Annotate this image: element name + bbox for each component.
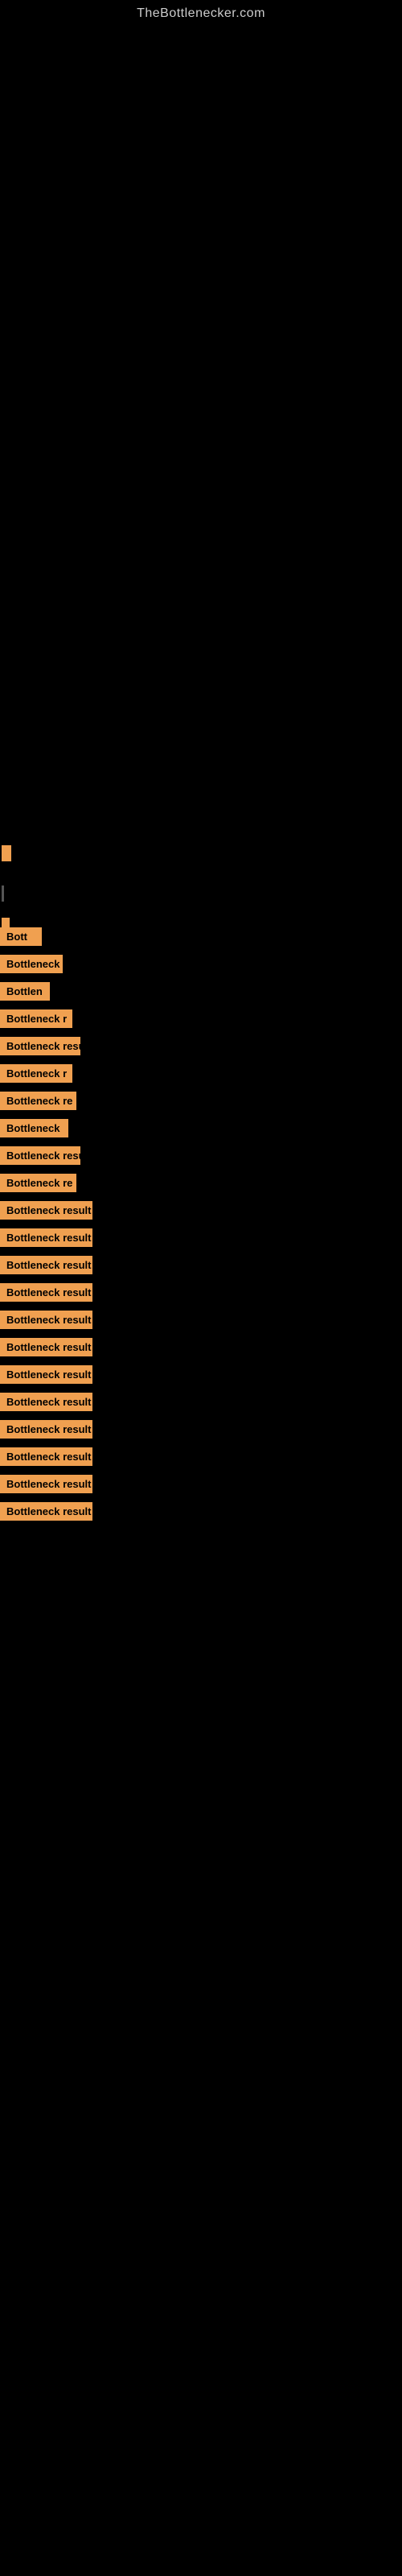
- bottleneck-items-list: Bott Bottleneck Bottlen Bottleneck r Bottlen…: [0, 926, 402, 1528]
- bottleneck-result-label: Bottlen: [0, 982, 50, 1001]
- bottleneck-result-label: Bott: [0, 927, 42, 946]
- bottleneck-result-label: Bottleneck result: [0, 1256, 92, 1274]
- bottleneck-result-label: Bottleneck result: [0, 1420, 92, 1439]
- bottleneck-result-label: Bottleneck result: [0, 1283, 92, 1302]
- bottleneck-result-label: Bottleneck resu: [0, 1146, 80, 1165]
- bottleneck-result-label: Bottleneck: [0, 955, 63, 973]
- bottleneck-result-label: Bottleneck result: [0, 1338, 92, 1356]
- bottleneck-result-label: Bottleneck result: [0, 1201, 92, 1220]
- bottleneck-result-label: Bottleneck resu: [0, 1037, 80, 1055]
- list-item: Bottleneck resu: [0, 1035, 402, 1061]
- list-item: Bottleneck result: [0, 1227, 402, 1253]
- bottleneck-result-label: Bottleneck r: [0, 1009, 72, 1028]
- list-item: Bottleneck re: [0, 1090, 402, 1116]
- list-item: Bottleneck result: [0, 1501, 402, 1526]
- list-item: Bott: [0, 926, 402, 952]
- bottleneck-result-label: Bottleneck r: [0, 1064, 72, 1083]
- list-item: Bottleneck result: [0, 1446, 402, 1472]
- list-item: Bottleneck result: [0, 1282, 402, 1307]
- list-item: Bottleneck: [0, 953, 402, 979]
- bottleneck-result-label: Bottleneck result: [0, 1365, 92, 1384]
- bottleneck-result-label: Bottleneck: [0, 1119, 68, 1137]
- list-item: Bottleneck result: [0, 1418, 402, 1444]
- list-item: Bottleneck result: [0, 1309, 402, 1335]
- bottleneck-result-label: Bottleneck result: [0, 1447, 92, 1466]
- list-item: Bottleneck result: [0, 1254, 402, 1280]
- orange-indicator-1: [2, 845, 11, 861]
- list-item: Bottleneck re: [0, 1172, 402, 1198]
- list-item: Bottlen: [0, 980, 402, 1006]
- bottleneck-result-label: Bottleneck result: [0, 1475, 92, 1493]
- gray-bar: [2, 886, 4, 902]
- list-item: Bottleneck result: [0, 1199, 402, 1225]
- list-item: Bottleneck result: [0, 1336, 402, 1362]
- site-title: TheBottlenecker.com: [0, 0, 402, 21]
- list-item: Bottleneck r: [0, 1008, 402, 1034]
- bottleneck-result-label: Bottleneck re: [0, 1092, 76, 1110]
- list-item: Bottleneck resu: [0, 1145, 402, 1170]
- list-item: Bottleneck: [0, 1117, 402, 1143]
- bottleneck-result-label: Bottleneck result: [0, 1393, 92, 1411]
- list-item: Bottleneck result: [0, 1391, 402, 1417]
- list-item: Bottleneck result: [0, 1364, 402, 1389]
- bottleneck-result-label: Bottleneck re: [0, 1174, 76, 1192]
- bottleneck-result-label: Bottleneck result: [0, 1228, 92, 1247]
- list-item: Bottleneck result: [0, 1473, 402, 1499]
- list-item: Bottleneck r: [0, 1063, 402, 1088]
- bottleneck-result-label: Bottleneck result: [0, 1311, 92, 1329]
- bottleneck-result-label: Bottleneck result: [0, 1502, 92, 1521]
